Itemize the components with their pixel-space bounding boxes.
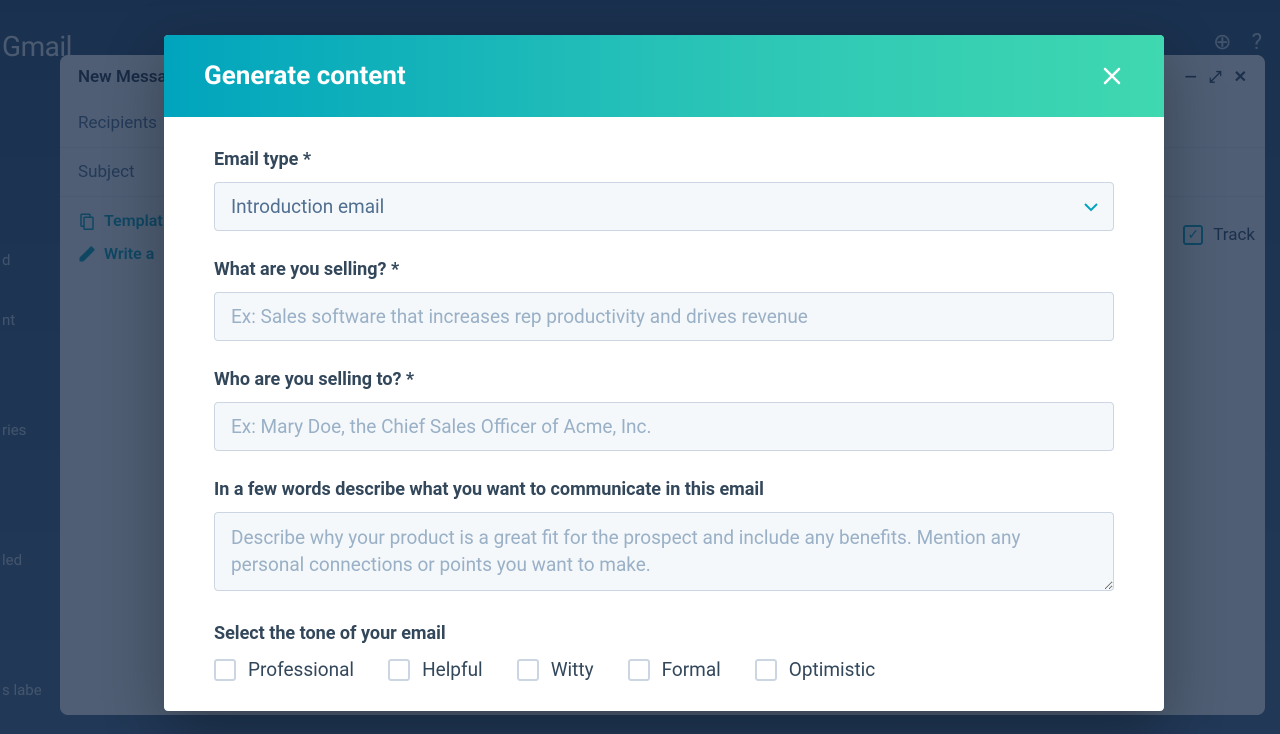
tone-option-witty[interactable]: Witty xyxy=(517,658,594,681)
tone-option-helpful[interactable]: Helpful xyxy=(388,658,483,681)
tone-label: Select the tone of your email xyxy=(214,623,1114,644)
email-type-select-wrap: Introduction email xyxy=(214,182,1114,231)
email-type-group: Email type * Introduction email xyxy=(214,149,1114,231)
modal-header: Generate content xyxy=(164,35,1164,117)
checkbox-icon xyxy=(628,659,650,681)
tone-option-optimistic[interactable]: Optimistic xyxy=(755,658,875,681)
selling-to-input[interactable] xyxy=(214,402,1114,451)
checkbox-icon xyxy=(214,659,236,681)
tone-option-professional[interactable]: Professional xyxy=(214,658,354,681)
tone-option-label: Formal xyxy=(662,658,721,681)
checkbox-icon xyxy=(388,659,410,681)
tone-group: Select the tone of your email Profession… xyxy=(214,623,1114,681)
checkbox-icon xyxy=(755,659,777,681)
describe-group: In a few words describe what you want to… xyxy=(214,479,1114,595)
tone-option-label: Witty xyxy=(551,658,594,681)
describe-label: In a few words describe what you want to… xyxy=(214,479,1114,500)
tone-option-label: Optimistic xyxy=(789,658,875,681)
selling-what-input[interactable] xyxy=(214,292,1114,341)
describe-textarea[interactable] xyxy=(214,512,1114,591)
selling-to-group: Who are you selling to? * xyxy=(214,369,1114,451)
tone-option-formal[interactable]: Formal xyxy=(628,658,721,681)
tone-options-row: Professional Helpful Witty Formal Optimi… xyxy=(214,658,1114,681)
modal-title: Generate content xyxy=(204,61,406,91)
selling-to-label: Who are you selling to? * xyxy=(214,369,1114,390)
email-type-label: Email type * xyxy=(214,149,1114,170)
modal-body: Email type * Introduction email What are… xyxy=(164,117,1164,711)
generate-content-modal: Generate content Email type * Introducti… xyxy=(164,35,1164,711)
selling-what-group: What are you selling? * xyxy=(214,259,1114,341)
tone-option-label: Professional xyxy=(248,658,354,681)
close-icon[interactable] xyxy=(1100,64,1124,88)
email-type-select[interactable]: Introduction email xyxy=(214,182,1114,231)
selling-what-label: What are you selling? * xyxy=(214,259,1114,280)
tone-option-label: Helpful xyxy=(422,658,483,681)
checkbox-icon xyxy=(517,659,539,681)
